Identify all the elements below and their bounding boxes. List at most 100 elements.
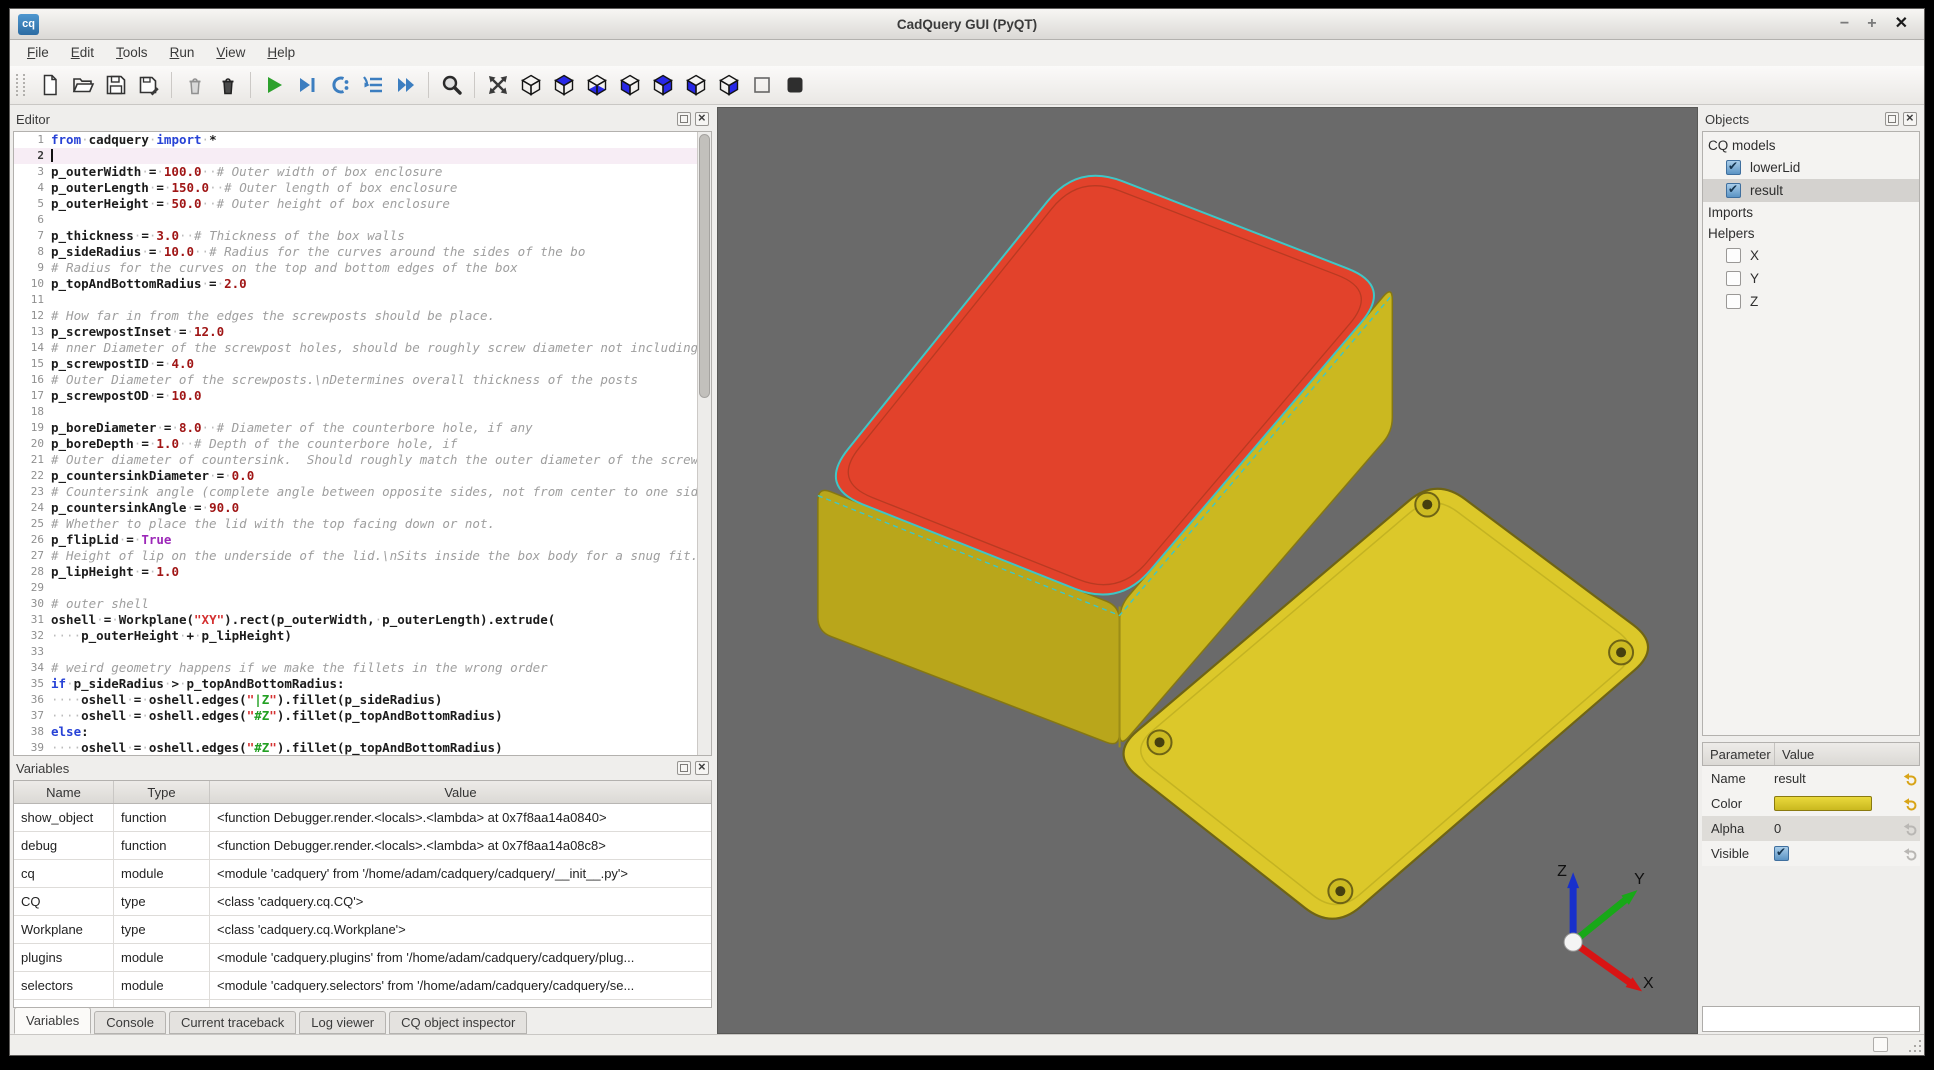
code-line[interactable]: 14# nner Diameter of the screwpost holes… bbox=[14, 340, 711, 356]
code-line[interactable]: 7p_thickness·=·3.0··# Thickness of the b… bbox=[14, 228, 711, 244]
code-line[interactable]: 26p_flipLid·=·True bbox=[14, 532, 711, 548]
continue-button[interactable] bbox=[389, 69, 422, 101]
menu-file[interactable]: File bbox=[16, 40, 60, 66]
table-row[interactable]: Planetype<class 'cadquery.occ_impl.geom.… bbox=[14, 1000, 711, 1008]
visible-checkbox[interactable] bbox=[1774, 846, 1789, 861]
tab-variables[interactable]: Variables bbox=[14, 1007, 91, 1034]
code-line[interactable]: 18 bbox=[14, 404, 711, 420]
viewport-3d[interactable]: ZYX bbox=[717, 107, 1698, 1034]
shaded-mode-button[interactable] bbox=[778, 69, 811, 101]
objects-float-button[interactable] bbox=[1885, 112, 1899, 126]
tree-item-y[interactable]: Y bbox=[1703, 267, 1919, 290]
variables-table-header[interactable]: NameTypeValue bbox=[14, 781, 711, 804]
table-row[interactable]: debugfunction<function Debugger.render.<… bbox=[14, 832, 711, 860]
debug-button[interactable] bbox=[290, 69, 323, 101]
checkbox-result[interactable] bbox=[1726, 183, 1741, 198]
delete-all-button[interactable] bbox=[211, 69, 244, 101]
code-line[interactable]: 34# weird geometry happens if we make th… bbox=[14, 660, 711, 676]
viewport-canvas[interactable]: ZYX bbox=[718, 108, 1697, 1033]
code-line[interactable]: 37····oshell·=·oshell.edges("#Z").fillet… bbox=[14, 708, 711, 724]
code-line[interactable]: 28p_lipHeight·=·1.0 bbox=[14, 564, 711, 580]
code-line[interactable]: 27# Height of lip on the underside of th… bbox=[14, 548, 711, 564]
toolbar-drag-handle[interactable] bbox=[16, 74, 25, 96]
code-line[interactable]: 11 bbox=[14, 292, 711, 308]
code-line[interactable]: 5p_outerHeight·=·50.0··# Outer height of… bbox=[14, 196, 711, 212]
tree-group-label[interactable]: Imports bbox=[1703, 202, 1919, 223]
code-line[interactable]: 6 bbox=[14, 212, 711, 228]
tree-item-x[interactable]: X bbox=[1703, 244, 1919, 267]
zoom-to-fit-button[interactable] bbox=[435, 69, 468, 101]
save-file-button[interactable] bbox=[99, 69, 132, 101]
parameter-row-color[interactable]: Color bbox=[1702, 791, 1920, 816]
render-button[interactable] bbox=[257, 69, 290, 101]
step-into-button[interactable] bbox=[356, 69, 389, 101]
code-line[interactable]: 17p_screwpostOD·=·10.0 bbox=[14, 388, 711, 404]
code-line[interactable]: 13p_screwpostInset·=·12.0 bbox=[14, 324, 711, 340]
menu-run[interactable]: Run bbox=[159, 40, 206, 66]
resize-grip[interactable] bbox=[1908, 1039, 1921, 1052]
menu-edit[interactable]: Edit bbox=[60, 40, 105, 66]
tab-current-traceback[interactable]: Current traceback bbox=[169, 1011, 296, 1034]
code-line[interactable]: 30# outer shell bbox=[14, 596, 711, 612]
tab-cq-object-inspector[interactable]: CQ object inspector bbox=[389, 1011, 527, 1034]
parameter-row-alpha[interactable]: Alpha0 bbox=[1702, 816, 1920, 841]
tab-log-viewer[interactable]: Log viewer bbox=[299, 1011, 386, 1034]
code-line[interactable]: 38else: bbox=[14, 724, 711, 740]
table-row[interactable]: CQtype<class 'cadquery.cq.CQ'> bbox=[14, 888, 711, 916]
code-line[interactable]: 8p_sideRadius·=·10.0··# Radius for the c… bbox=[14, 244, 711, 260]
title-bar[interactable]: cq CadQuery GUI (PyQT) −+✕ bbox=[10, 9, 1924, 40]
table-row[interactable]: selectorsmodule<module 'cadquery.selecto… bbox=[14, 972, 711, 1000]
code-line[interactable]: 32····p_outerHeight·+·p_lipHeight) bbox=[14, 628, 711, 644]
editor-float-button[interactable] bbox=[677, 112, 691, 126]
table-row[interactable]: show_objectfunction<function Debugger.re… bbox=[14, 804, 711, 832]
value-text[interactable]: result bbox=[1774, 771, 1806, 786]
code-line[interactable]: 2 bbox=[14, 148, 711, 164]
editor-scrollbar-thumb[interactable] bbox=[699, 134, 710, 398]
code-line[interactable]: 9# Radius for the curves on the top and … bbox=[14, 260, 711, 276]
tree-item-result[interactable]: result bbox=[1703, 179, 1919, 202]
undo-button[interactable] bbox=[1900, 796, 1920, 811]
checkbox-y[interactable] bbox=[1726, 271, 1741, 286]
checkbox-x[interactable] bbox=[1726, 248, 1741, 263]
code-line[interactable]: 12# How far in from the edges the screwp… bbox=[14, 308, 711, 324]
code-line[interactable]: 36····oshell·=·oshell.edges("|Z").fillet… bbox=[14, 692, 711, 708]
view-top-button[interactable] bbox=[547, 69, 580, 101]
menu-help[interactable]: Help bbox=[256, 40, 306, 66]
editor-close-button[interactable] bbox=[695, 112, 709, 126]
parameter-row-name[interactable]: Nameresult bbox=[1702, 766, 1920, 791]
code-line[interactable]: 3p_outerWidth·=·100.0··# Outer width of … bbox=[14, 164, 711, 180]
tree-group-label[interactable]: Helpers bbox=[1703, 223, 1919, 244]
step-over-button[interactable] bbox=[323, 69, 356, 101]
fit-all-button[interactable] bbox=[481, 69, 514, 101]
code-line[interactable]: 19p_boreDiameter·=·8.0··# Diameter of th… bbox=[14, 420, 711, 436]
variables-float-button[interactable] bbox=[677, 761, 691, 775]
code-line[interactable]: 16# Outer Diameter of the screwposts.\nD… bbox=[14, 372, 711, 388]
code-line[interactable]: 15p_screwpostID·=·4.0 bbox=[14, 356, 711, 372]
new-file-button[interactable] bbox=[33, 69, 66, 101]
menu-view[interactable]: View bbox=[205, 40, 256, 66]
view-back-button[interactable] bbox=[646, 69, 679, 101]
menu-tools[interactable]: Tools bbox=[105, 40, 159, 66]
tree-item-lowerlid[interactable]: lowerLid bbox=[1703, 156, 1919, 179]
code-line[interactable]: 29 bbox=[14, 580, 711, 596]
color-swatch[interactable] bbox=[1774, 796, 1872, 811]
undo-button[interactable] bbox=[1900, 846, 1920, 861]
wireframe-mode-button[interactable] bbox=[745, 69, 778, 101]
column-header[interactable]: Value bbox=[210, 781, 711, 803]
code-line[interactable]: 4p_outerLength·=·150.0··# Outer length o… bbox=[14, 180, 711, 196]
tree-item-z[interactable]: Z bbox=[1703, 290, 1919, 313]
view-front-button[interactable] bbox=[613, 69, 646, 101]
code-line[interactable]: 20p_boreDepth·=·1.0··# Depth of the coun… bbox=[14, 436, 711, 452]
table-row[interactable]: cqmodule<module 'cadquery' from '/home/a… bbox=[14, 860, 711, 888]
value-text[interactable]: 0 bbox=[1774, 821, 1781, 836]
view-right-button[interactable] bbox=[712, 69, 745, 101]
save-as-button[interactable] bbox=[132, 69, 165, 101]
checkbox-lowerlid[interactable] bbox=[1726, 160, 1741, 175]
parameter-row-visible[interactable]: Visible bbox=[1702, 841, 1920, 866]
statusbar-button[interactable] bbox=[1873, 1037, 1888, 1052]
table-row[interactable]: pluginsmodule<module 'cadquery.plugins' … bbox=[14, 944, 711, 972]
empty-field[interactable] bbox=[1702, 1006, 1920, 1032]
delete-button[interactable] bbox=[178, 69, 211, 101]
code-line[interactable]: 10p_topAndBottomRadius·=·2.0 bbox=[14, 276, 711, 292]
tree-group-label[interactable]: CQ models bbox=[1703, 135, 1919, 156]
